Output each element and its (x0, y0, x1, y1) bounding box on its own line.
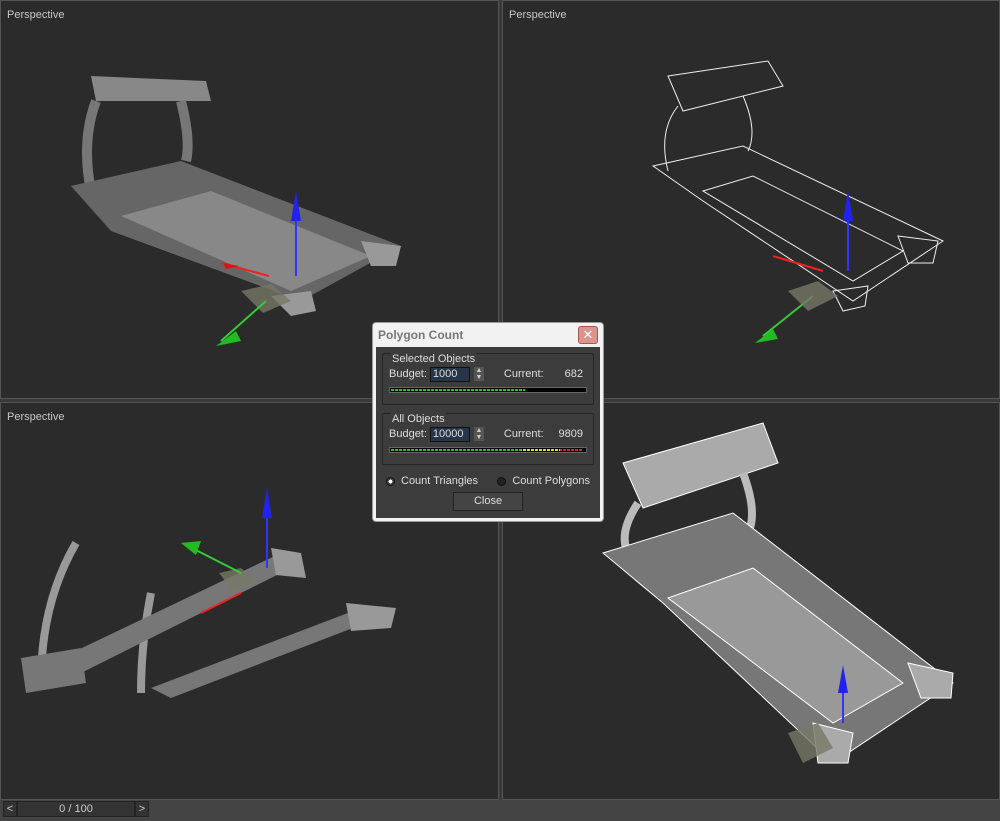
radio-button[interactable] (386, 476, 395, 486)
current-label: Current: (503, 368, 544, 380)
all-budget-input[interactable]: 10000 (429, 426, 470, 442)
selected-progress-bar (389, 387, 587, 393)
budget-spinner[interactable]: ▲ ▼ (473, 367, 484, 381)
timeline: < 0 / 100 > (0, 800, 1000, 821)
close-icon[interactable]: ✕ (578, 326, 598, 344)
close-button[interactable]: Close (453, 492, 523, 511)
selected-objects-group: Selected Objects Budget: 1000 ▲ ▼ Current… (382, 353, 594, 405)
budget-label: Budget: (389, 368, 427, 380)
viewport-label: Perspective (509, 9, 567, 21)
dialog-title: Polygon Count (378, 328, 464, 342)
radio-button[interactable] (497, 476, 507, 486)
selected-budget-input[interactable]: 1000 (429, 366, 470, 382)
count-polygons-radio[interactable]: Count Polygons (497, 475, 590, 487)
budget-spinner[interactable]: ▲ ▼ (473, 427, 484, 441)
current-label: Current: (503, 428, 544, 440)
radio-label: Count Polygons (512, 475, 590, 487)
next-frame-button[interactable]: > (135, 801, 149, 817)
polygon-count-dialog: Polygon Count ✕ Selected Objects Budget:… (372, 322, 604, 522)
dialog-titlebar[interactable]: Polygon Count ✕ (376, 323, 600, 347)
viewport-label: Perspective (7, 9, 65, 21)
radio-label: Count Triangles (401, 475, 479, 487)
selected-current-value: 682 (564, 368, 583, 380)
budget-label: Budget: (389, 428, 427, 440)
group-title: All Objects (391, 413, 446, 425)
prev-frame-button[interactable]: < (3, 801, 17, 817)
group-title: Selected Objects (391, 353, 477, 365)
all-progress-bar (389, 447, 587, 453)
viewport-label: Perspective (7, 411, 65, 423)
all-objects-group: All Objects Budget: 10000 ▲ ▼ Current: 98… (382, 413, 594, 465)
all-current-value: 9809 (558, 428, 583, 440)
count-triangles-radio[interactable]: Count Triangles (386, 475, 478, 487)
time-slider[interactable]: 0 / 100 (17, 801, 135, 817)
